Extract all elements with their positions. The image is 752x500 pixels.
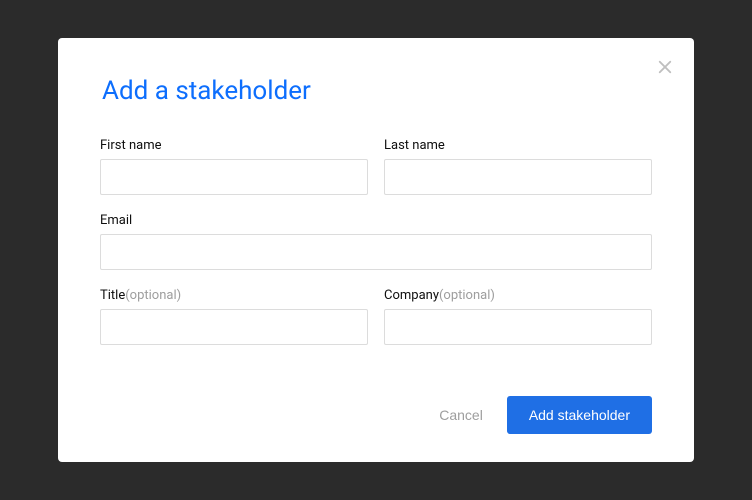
- close-icon[interactable]: [656, 58, 674, 76]
- first-name-label: First name: [100, 138, 368, 153]
- company-label: Company(optional): [384, 288, 652, 303]
- button-row: Cancel Add stakeholder: [439, 396, 652, 434]
- title-input[interactable]: [100, 309, 368, 345]
- first-name-group: First name: [100, 138, 368, 195]
- email-input[interactable]: [100, 234, 652, 270]
- cancel-button[interactable]: Cancel: [439, 407, 483, 423]
- company-input[interactable]: [384, 309, 652, 345]
- last-name-label: Last name: [384, 138, 652, 153]
- submit-button[interactable]: Add stakeholder: [507, 396, 652, 434]
- title-label: Title(optional): [100, 288, 368, 303]
- email-label: Email: [100, 213, 652, 228]
- first-name-input[interactable]: [100, 159, 368, 195]
- modal-title: Add a stakeholder: [102, 76, 652, 106]
- email-group: Email: [100, 213, 652, 270]
- title-group: Title(optional): [100, 288, 368, 345]
- last-name-input[interactable]: [384, 159, 652, 195]
- add-stakeholder-modal: Add a stakeholder First name Last name E…: [58, 38, 694, 462]
- company-group: Company(optional): [384, 288, 652, 345]
- last-name-group: Last name: [384, 138, 652, 195]
